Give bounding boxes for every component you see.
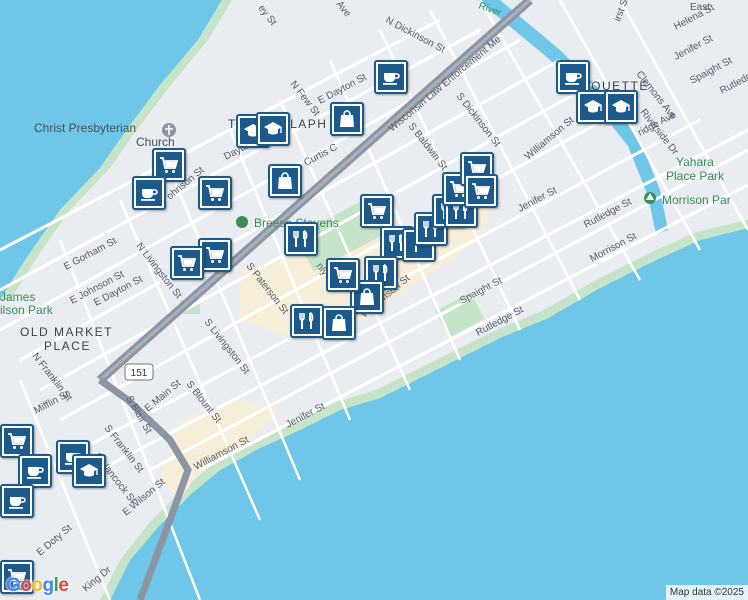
highway-151-shield: 151: [124, 363, 154, 381]
church-icon: [162, 123, 176, 137]
shopping-cart-icon: [468, 178, 494, 204]
james-park-label-line1: James: [0, 290, 35, 304]
graduation-cap-icon: [76, 458, 102, 484]
poi-marker-education[interactable]: [256, 112, 290, 146]
yahara-park-label-line2: Place Park: [666, 169, 725, 183]
graduation-cap-icon: [260, 116, 286, 142]
poi-marker-grocery[interactable]: [0, 424, 34, 458]
poi-marker-shopping[interactable]: [322, 306, 356, 340]
poi-marker-grocery[interactable]: [464, 174, 498, 208]
morrison-park-label: Morrison Par: [662, 193, 731, 207]
poi-marker-coffee[interactable]: [556, 60, 590, 94]
park-icon-morrison: [644, 192, 656, 204]
shopping-cart-icon: [4, 428, 30, 454]
shopping-cart-icon: [202, 242, 228, 268]
coffee-cup-icon: [4, 488, 30, 514]
poi-marker-education[interactable]: [604, 90, 638, 124]
google-logo[interactable]: Google: [6, 575, 69, 597]
church-label-line2: Church: [136, 135, 175, 149]
google-logo-e: e: [58, 575, 69, 596]
james-park-label-line2: ilson Park: [0, 303, 54, 317]
shopping-bag-icon: [272, 168, 298, 194]
coffee-cup-icon: [136, 180, 162, 206]
shopping-cart-icon: [156, 152, 182, 178]
google-logo-g1: G: [6, 575, 21, 596]
shopping-bag-icon: [326, 310, 352, 336]
poi-marker-grocery[interactable]: [326, 258, 360, 292]
google-logo-o1: o: [20, 575, 32, 596]
coffee-cup-icon: [378, 64, 404, 90]
park-icon-breese: [236, 216, 248, 228]
church-label-line1: Christ Presbyterian: [34, 121, 136, 135]
poi-marker-restaurant[interactable]: [284, 222, 318, 256]
poi-marker-coffee[interactable]: [0, 484, 34, 518]
poi-marker-shopping[interactable]: [330, 102, 364, 136]
graduation-cap-icon: [608, 94, 634, 120]
poi-marker-coffee[interactable]: [374, 60, 408, 94]
shopping-cart-icon: [364, 198, 390, 224]
poi-marker-education[interactable]: [72, 454, 106, 488]
poi-marker-restaurant[interactable]: [290, 304, 324, 338]
poi-marker-grocery[interactable]: [360, 194, 394, 228]
graduation-cap-icon: [580, 94, 606, 120]
poi-marker-grocery[interactable]: [198, 176, 232, 210]
google-logo-g2: g: [42, 575, 55, 596]
svg-text:151: 151: [131, 368, 148, 379]
old-market-label-line2: PLACE: [44, 339, 91, 353]
coffee-cup-icon: [560, 64, 586, 90]
yahara-park-label-line1: Yahara: [676, 155, 714, 169]
shopping-bag-icon: [334, 106, 360, 132]
poi-marker-coffee[interactable]: [132, 176, 166, 210]
shopping-cart-icon: [202, 180, 228, 206]
fork-knife-icon: [294, 308, 320, 334]
poi-marker-coffee[interactable]: [18, 454, 52, 488]
shopping-cart-icon: [330, 262, 356, 288]
poi-marker-grocery[interactable]: [170, 246, 204, 280]
coffee-cup-icon: [22, 458, 48, 484]
shopping-cart-icon: [174, 250, 200, 276]
poi-marker-shopping[interactable]: [268, 164, 302, 198]
fork-knife-icon: [288, 226, 314, 252]
google-logo-o2: o: [31, 575, 43, 596]
old-market-label-line1: OLD MARKET: [20, 325, 113, 339]
map-attribution[interactable]: Map data ©2025: [665, 585, 748, 600]
